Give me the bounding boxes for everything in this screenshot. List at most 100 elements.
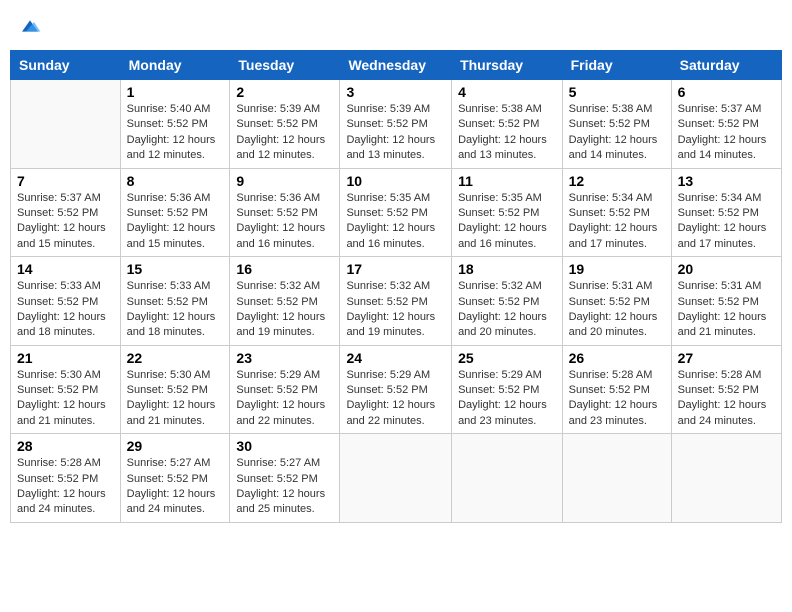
calendar-cell: 13Sunrise: 5:34 AM Sunset: 5:52 PM Dayli… bbox=[671, 168, 781, 257]
day-info: Sunrise: 5:28 AM Sunset: 5:52 PM Dayligh… bbox=[569, 368, 665, 430]
header-sunday: Sunday bbox=[11, 51, 121, 80]
day-info: Sunrise: 5:36 AM Sunset: 5:52 PM Dayligh… bbox=[236, 191, 333, 253]
calendar-cell: 15 Sunrise: 5:33 AM Sunset: 5:52 PM Dayli… bbox=[120, 257, 230, 346]
calendar-cell: 30 Sunrise: 5:27 AM Sunset: 5:52 PM Dayli… bbox=[230, 434, 340, 523]
week-row-4: 21 Sunrise: 5:30 AM Sunset: 5:52 PM Dayli… bbox=[11, 345, 782, 434]
calendar-cell: 27 Sunrise: 5:28 AM Sunset: 5:52 PM Dayli… bbox=[671, 345, 781, 434]
calendar-cell: 24 Sunrise: 5:29 AM Sunset: 5:52 PM Dayli… bbox=[340, 345, 452, 434]
day-info: Sunrise: 5:28 AM Sunset: 5:52 PM Dayligh… bbox=[678, 368, 775, 430]
day-number: 1 bbox=[127, 84, 224, 100]
day-info: Sunrise: 5:31 AM Sunset: 5:52 PM Dayligh… bbox=[678, 279, 775, 341]
header-tuesday: Tuesday bbox=[230, 51, 340, 80]
day-number: 6 bbox=[678, 84, 775, 100]
day-info: Sunrise: 5:40 AM Sunset: 5:52 PM Dayligh… bbox=[127, 102, 224, 164]
day-info: Sunrise: 5:38 AM Sunset: 5:52 PM Dayligh… bbox=[569, 102, 665, 164]
header-wednesday: Wednesday bbox=[340, 51, 452, 80]
week-row-1: 1 Sunrise: 5:40 AM Sunset: 5:52 PM Daylig… bbox=[11, 80, 782, 169]
calendar-cell: 3Sunrise: 5:39 AM Sunset: 5:52 PM Daylig… bbox=[340, 80, 452, 169]
day-number: 5 bbox=[569, 84, 665, 100]
header-saturday: Saturday bbox=[671, 51, 781, 80]
calendar-cell bbox=[452, 434, 563, 523]
calendar-cell: 22 Sunrise: 5:30 AM Sunset: 5:52 PM Dayli… bbox=[120, 345, 230, 434]
calendar-cell: 25 Sunrise: 5:29 AM Sunset: 5:52 PM Dayli… bbox=[452, 345, 563, 434]
day-number: 11 bbox=[458, 173, 556, 189]
day-number: 4 bbox=[458, 84, 556, 100]
day-number: 20 bbox=[678, 261, 775, 277]
calendar-cell: 6 Sunrise: 5:37 AM Sunset: 5:52 PM Daylig… bbox=[671, 80, 781, 169]
header-thursday: Thursday bbox=[452, 51, 563, 80]
day-info: Sunrise: 5:30 AM Sunset: 5:52 PM Dayligh… bbox=[17, 368, 114, 430]
day-number: 28 bbox=[17, 438, 114, 454]
calendar-cell bbox=[562, 434, 671, 523]
day-number: 9 bbox=[236, 173, 333, 189]
day-number: 22 bbox=[127, 350, 224, 366]
calendar-cell bbox=[11, 80, 121, 169]
calendar-cell: 18 Sunrise: 5:32 AM Sunset: 5:52 PM Dayli… bbox=[452, 257, 563, 346]
calendar-cell: 4 Sunrise: 5:38 AM Sunset: 5:52 PM Daylig… bbox=[452, 80, 563, 169]
day-info: Sunrise: 5:29 AM Sunset: 5:52 PM Dayligh… bbox=[236, 368, 333, 430]
day-info: Sunrise: 5:30 AM Sunset: 5:52 PM Dayligh… bbox=[127, 368, 224, 430]
day-info: Sunrise: 5:29 AM Sunset: 5:52 PM Dayligh… bbox=[346, 368, 445, 430]
day-number: 21 bbox=[17, 350, 114, 366]
calendar-cell: 29 Sunrise: 5:27 AM Sunset: 5:52 PM Dayli… bbox=[120, 434, 230, 523]
calendar: SundayMondayTuesdayWednesdayThursdayFrid… bbox=[10, 50, 782, 523]
calendar-cell: 19Sunrise: 5:31 AM Sunset: 5:52 PM Dayli… bbox=[562, 257, 671, 346]
logo bbox=[18, 14, 46, 38]
day-info: Sunrise: 5:33 AM Sunset: 5:52 PM Dayligh… bbox=[17, 279, 114, 341]
day-number: 27 bbox=[678, 350, 775, 366]
calendar-cell: 28 Sunrise: 5:28 AM Sunset: 5:52 PM Dayli… bbox=[11, 434, 121, 523]
day-number: 8 bbox=[127, 173, 224, 189]
day-number: 14 bbox=[17, 261, 114, 277]
day-info: Sunrise: 5:27 AM Sunset: 5:52 PM Dayligh… bbox=[127, 456, 224, 518]
calendar-cell: 14 Sunrise: 5:33 AM Sunset: 5:52 PM Dayli… bbox=[11, 257, 121, 346]
calendar-cell: 9 Sunrise: 5:36 AM Sunset: 5:52 PM Daylig… bbox=[230, 168, 340, 257]
day-info: Sunrise: 5:28 AM Sunset: 5:52 PM Dayligh… bbox=[17, 456, 114, 518]
day-number: 2 bbox=[236, 84, 333, 100]
header-monday: Monday bbox=[120, 51, 230, 80]
day-number: 26 bbox=[569, 350, 665, 366]
calendar-cell: 5 Sunrise: 5:38 AM Sunset: 5:52 PM Daylig… bbox=[562, 80, 671, 169]
calendar-cell: 8Sunrise: 5:36 AM Sunset: 5:52 PM Daylig… bbox=[120, 168, 230, 257]
day-number: 3 bbox=[346, 84, 445, 100]
day-info: Sunrise: 5:32 AM Sunset: 5:52 PM Dayligh… bbox=[346, 279, 445, 341]
calendar-cell: 21 Sunrise: 5:30 AM Sunset: 5:52 PM Dayli… bbox=[11, 345, 121, 434]
calendar-cell: 23Sunrise: 5:29 AM Sunset: 5:52 PM Dayli… bbox=[230, 345, 340, 434]
day-info: Sunrise: 5:34 AM Sunset: 5:52 PM Dayligh… bbox=[678, 191, 775, 253]
day-number: 10 bbox=[346, 173, 445, 189]
day-info: Sunrise: 5:35 AM Sunset: 5:52 PM Dayligh… bbox=[346, 191, 445, 253]
calendar-cell: 16Sunrise: 5:32 AM Sunset: 5:52 PM Dayli… bbox=[230, 257, 340, 346]
calendar-cell bbox=[340, 434, 452, 523]
day-number: 29 bbox=[127, 438, 224, 454]
day-number: 19 bbox=[569, 261, 665, 277]
day-info: Sunrise: 5:27 AM Sunset: 5:52 PM Dayligh… bbox=[236, 456, 333, 518]
day-info: Sunrise: 5:38 AM Sunset: 5:52 PM Dayligh… bbox=[458, 102, 556, 164]
day-number: 16 bbox=[236, 261, 333, 277]
day-number: 24 bbox=[346, 350, 445, 366]
calendar-cell: 17Sunrise: 5:32 AM Sunset: 5:52 PM Dayli… bbox=[340, 257, 452, 346]
day-info: Sunrise: 5:33 AM Sunset: 5:52 PM Dayligh… bbox=[127, 279, 224, 341]
calendar-cell: 11Sunrise: 5:35 AM Sunset: 5:52 PM Dayli… bbox=[452, 168, 563, 257]
header-friday: Friday bbox=[562, 51, 671, 80]
day-info: Sunrise: 5:32 AM Sunset: 5:52 PM Dayligh… bbox=[458, 279, 556, 341]
calendar-cell: 7 Sunrise: 5:37 AM Sunset: 5:52 PM Daylig… bbox=[11, 168, 121, 257]
day-number: 7 bbox=[17, 173, 114, 189]
day-info: Sunrise: 5:37 AM Sunset: 5:52 PM Dayligh… bbox=[17, 191, 114, 253]
week-row-2: 7 Sunrise: 5:37 AM Sunset: 5:52 PM Daylig… bbox=[11, 168, 782, 257]
logo-icon bbox=[18, 14, 42, 38]
calendar-header-row: SundayMondayTuesdayWednesdayThursdayFrid… bbox=[11, 51, 782, 80]
day-number: 12 bbox=[569, 173, 665, 189]
week-row-5: 28 Sunrise: 5:28 AM Sunset: 5:52 PM Dayli… bbox=[11, 434, 782, 523]
day-number: 30 bbox=[236, 438, 333, 454]
calendar-cell: 10 Sunrise: 5:35 AM Sunset: 5:52 PM Dayli… bbox=[340, 168, 452, 257]
calendar-cell: 20 Sunrise: 5:31 AM Sunset: 5:52 PM Dayli… bbox=[671, 257, 781, 346]
day-info: Sunrise: 5:39 AM Sunset: 5:52 PM Dayligh… bbox=[236, 102, 333, 164]
calendar-cell: 12Sunrise: 5:34 AM Sunset: 5:52 PM Dayli… bbox=[562, 168, 671, 257]
day-info: Sunrise: 5:37 AM Sunset: 5:52 PM Dayligh… bbox=[678, 102, 775, 164]
calendar-cell: 26 Sunrise: 5:28 AM Sunset: 5:52 PM Dayli… bbox=[562, 345, 671, 434]
day-number: 25 bbox=[458, 350, 556, 366]
day-number: 18 bbox=[458, 261, 556, 277]
header bbox=[10, 10, 782, 42]
calendar-cell: 2 Sunrise: 5:39 AM Sunset: 5:52 PM Daylig… bbox=[230, 80, 340, 169]
day-number: 15 bbox=[127, 261, 224, 277]
day-info: Sunrise: 5:29 AM Sunset: 5:52 PM Dayligh… bbox=[458, 368, 556, 430]
